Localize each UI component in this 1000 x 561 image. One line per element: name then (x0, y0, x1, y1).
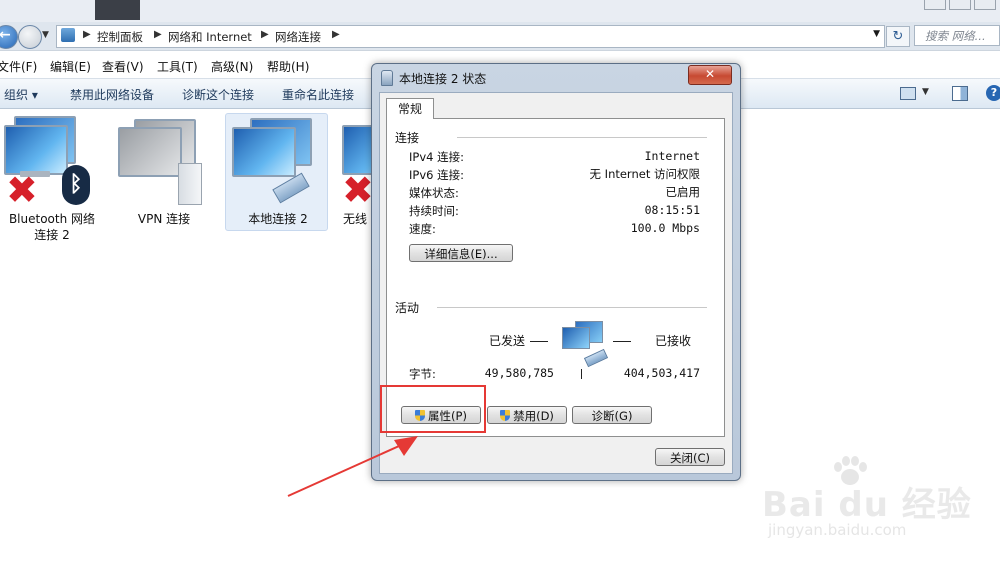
sent-dash (530, 341, 548, 342)
breadcrumb-arrow-icon[interactable]: ▶ (154, 29, 162, 40)
preview-pane-icon[interactable] (952, 86, 968, 101)
speed-value: 100.0 Mbps (630, 221, 700, 235)
breadcrumb-arrow-icon[interactable]: ▶ (332, 29, 340, 40)
connection-bluetooth[interactable]: ✖ ᛒ Bluetooth 网络 连接 2 (0, 113, 104, 242)
details-button[interactable]: 详细信息(E)... (409, 244, 513, 262)
window-close-button[interactable] (974, 0, 996, 10)
connection-wireless[interactable]: ✖ 无线 (338, 113, 372, 231)
breadcrumb-arrow-icon[interactable]: ▶ (261, 29, 269, 40)
monitor-icon (118, 127, 182, 177)
server-icon (178, 163, 202, 205)
dialog-title: 本地连接 2 状态 (399, 72, 487, 86)
address-row: ▼ ▶ 控制面板 ▶ 网络和 Internet ▶ 网络连接 ▶ ▼ ↻ 搜索 … (0, 22, 1000, 51)
menu-help[interactable]: 帮助(H) (267, 58, 309, 75)
close-button[interactable]: 关闭(C) (655, 448, 725, 466)
menu-file[interactable]: 文件(F) (0, 58, 37, 75)
media-state-label: 媒体状态: (409, 186, 459, 200)
connection-label: 无线 (342, 212, 367, 226)
diagnose-connection-button[interactable]: 诊断这个连接 (182, 86, 254, 103)
uac-shield-icon (500, 410, 511, 421)
bluetooth-icon: ᛒ (62, 165, 90, 205)
bytes-sent-value: 49,580,785 (484, 366, 554, 380)
control-panel-icon (61, 28, 75, 42)
media-state-value: 已启用 (665, 185, 701, 199)
ethernet-plug-icon (272, 172, 310, 204)
disconnected-x-icon: ✖ (6, 168, 38, 212)
bytes-received-value: 404,503,417 (623, 366, 700, 380)
ipv4-value: Internet (644, 149, 700, 163)
maximize-button[interactable] (949, 0, 971, 10)
activity-divider (581, 369, 582, 379)
rename-connection-button[interactable]: 重命名此连接 (282, 86, 354, 103)
watermark-url: jingyan.baidu.com (768, 521, 907, 539)
breadcrumb-control-panel[interactable]: 控制面板 (97, 29, 143, 45)
address-dropdown-icon[interactable]: ▼ (873, 29, 880, 39)
duration-label: 持续时间: (409, 204, 459, 218)
view-dropdown-icon[interactable]: ▼ (922, 87, 929, 97)
tab-general[interactable]: 常规 (386, 98, 434, 119)
taskbar-thumbnail (95, 0, 140, 20)
connection-label: 本地连接 2 (248, 212, 308, 226)
duration-value: 08:15:51 (644, 203, 700, 217)
window-top-strip (0, 0, 1000, 22)
organize-button[interactable]: 组织 ▾ (4, 86, 38, 103)
back-button[interactable] (0, 25, 18, 49)
menu-advanced[interactable]: 高级(N) (211, 58, 253, 75)
connection-local-2[interactable]: 本地连接 2 (225, 113, 328, 231)
activity-group-title: 活动 (395, 301, 420, 315)
ipv6-value: 无 Internet 访问权限 (589, 167, 700, 181)
dialog-close-button[interactable]: ✕ (688, 65, 732, 85)
group-divider (457, 137, 707, 138)
address-bar[interactable]: ▶ 控制面板 ▶ 网络和 Internet ▶ 网络连接 ▶ ▼ (56, 25, 885, 48)
menu-tools[interactable]: 工具(T) (157, 58, 198, 75)
search-input[interactable]: 搜索 网络... (914, 25, 1000, 46)
forward-button[interactable] (18, 25, 42, 49)
menu-view[interactable]: 查看(V) (102, 58, 144, 75)
diagnose-button[interactable]: 诊断(G) (572, 406, 652, 424)
watermark-logo-text: Bai du 经验 (762, 485, 972, 525)
disable-device-button[interactable]: 禁用此网络设备 (70, 86, 154, 103)
connection-label: VPN 连接 (137, 212, 191, 226)
window-controls (924, 0, 996, 10)
disable-button[interactable]: 禁用(D) (487, 406, 567, 424)
network-adapter-icon (381, 70, 393, 86)
minimize-button[interactable] (924, 0, 946, 10)
connection-label: Bluetooth 网络 (8, 212, 96, 226)
monitor-icon (232, 127, 296, 177)
activity-plug-icon (583, 348, 609, 368)
activity-monitor-icon (562, 327, 590, 349)
change-view-icon[interactable] (900, 87, 916, 100)
annotation-arrow (287, 436, 418, 497)
breadcrumb-arrow-icon[interactable]: ▶ (83, 29, 91, 40)
baidu-jingyan-watermark: Bai du 经验 jingyan.baidu.com (760, 455, 990, 545)
group-divider (437, 307, 707, 308)
ipv4-label: IPv4 连接: (409, 150, 464, 164)
speed-label: 速度: (409, 222, 436, 236)
menu-edit[interactable]: 编辑(E) (50, 58, 91, 75)
connection-label-line2: 连接 2 (34, 228, 70, 242)
help-icon[interactable]: ? (986, 85, 1000, 101)
disconnected-x-icon: ✖ (342, 168, 372, 212)
annotation-highlight-box (380, 385, 486, 433)
refresh-button[interactable]: ↻ (886, 26, 910, 47)
sent-label: 已发送 (489, 334, 526, 348)
ipv6-label: IPv6 连接: (409, 168, 464, 182)
recent-pages-dropdown-icon[interactable]: ▼ (42, 30, 49, 40)
bytes-label: 字节: (409, 367, 436, 381)
breadcrumb-network-connections[interactable]: 网络连接 (275, 29, 321, 45)
disable-button-label: 禁用(D) (513, 409, 554, 423)
breadcrumb-network-internet[interactable]: 网络和 Internet (168, 29, 252, 45)
connection-vpn[interactable]: VPN 连接 (112, 113, 216, 231)
connection-group-title: 连接 (395, 131, 420, 145)
received-dash (613, 341, 631, 342)
received-label: 已接收 (655, 334, 692, 348)
